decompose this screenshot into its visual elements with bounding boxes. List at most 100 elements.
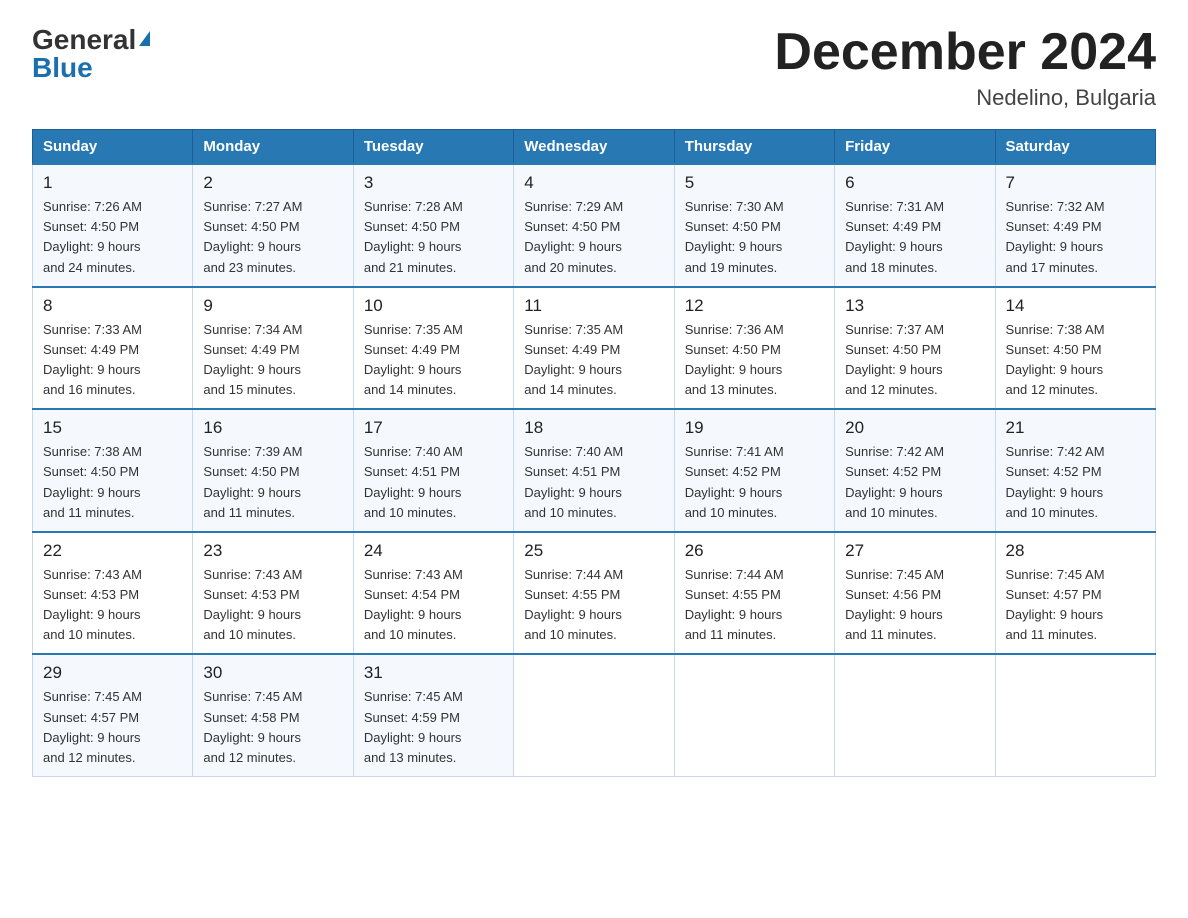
day-number: 27 — [845, 541, 984, 561]
calendar-cell: 6Sunrise: 7:31 AMSunset: 4:49 PMDaylight… — [835, 164, 995, 287]
calendar-cell: 22 Sunrise: 7:43 AMSunset: 4:53 PMDayligh… — [33, 532, 193, 655]
calendar-cell: 4Sunrise: 7:29 AMSunset: 4:50 PMDaylight… — [514, 164, 674, 287]
day-info: Sunrise: 7:32 AMSunset: 4:49 PMDaylight:… — [1006, 199, 1105, 274]
day-info: Sunrise: 7:35 AMSunset: 4:49 PMDaylight:… — [524, 322, 623, 397]
day-info: Sunrise: 7:40 AMSunset: 4:51 PMDaylight:… — [364, 444, 463, 519]
month-title: December 2024 — [774, 24, 1156, 81]
day-info: Sunrise: 7:42 AMSunset: 4:52 PMDaylight:… — [845, 444, 944, 519]
day-number: 11 — [524, 296, 663, 316]
day-number: 1 — [43, 173, 182, 193]
day-number: 10 — [364, 296, 503, 316]
calendar-table: Sunday Monday Tuesday Wednesday Thursday… — [32, 129, 1156, 777]
day-number: 25 — [524, 541, 663, 561]
calendar-cell: 5 Sunrise: 7:30 AMSunset: 4:50 PMDaylight… — [674, 164, 834, 287]
calendar-week-row: 8Sunrise: 7:33 AMSunset: 4:49 PMDaylight… — [33, 287, 1156, 410]
calendar-cell: 29 Sunrise: 7:45 AMSunset: 4:57 PMDayligh… — [33, 654, 193, 776]
day-info: Sunrise: 7:34 AMSunset: 4:49 PMDaylight:… — [203, 322, 302, 397]
day-info: Sunrise: 7:45 AMSunset: 4:57 PMDaylight:… — [1006, 567, 1105, 642]
day-info: Sunrise: 7:45 AMSunset: 4:56 PMDaylight:… — [845, 567, 944, 642]
col-friday: Friday — [835, 130, 995, 165]
day-number: 13 — [845, 296, 984, 316]
day-number: 2 — [203, 173, 342, 193]
calendar-cell: 27 Sunrise: 7:45 AMSunset: 4:56 PMDayligh… — [835, 532, 995, 655]
day-number: 19 — [685, 418, 824, 438]
col-tuesday: Tuesday — [353, 130, 513, 165]
calendar-cell — [835, 654, 995, 776]
day-info: Sunrise: 7:38 AMSunset: 4:50 PMDaylight:… — [43, 444, 142, 519]
day-info: Sunrise: 7:45 AMSunset: 4:57 PMDaylight:… — [43, 689, 142, 764]
calendar-cell — [995, 654, 1155, 776]
day-info: Sunrise: 7:45 AMSunset: 4:58 PMDaylight:… — [203, 689, 302, 764]
title-block: December 2024 Nedelino, Bulgaria — [774, 24, 1156, 111]
calendar-cell: 20 Sunrise: 7:42 AMSunset: 4:52 PMDayligh… — [835, 409, 995, 532]
calendar-cell: 21Sunrise: 7:42 AMSunset: 4:52 PMDayligh… — [995, 409, 1155, 532]
day-info: Sunrise: 7:43 AMSunset: 4:53 PMDaylight:… — [43, 567, 142, 642]
day-number: 28 — [1006, 541, 1145, 561]
calendar-cell: 15 Sunrise: 7:38 AMSunset: 4:50 PMDayligh… — [33, 409, 193, 532]
calendar-cell: 2 Sunrise: 7:27 AMSunset: 4:50 PMDaylight… — [193, 164, 353, 287]
calendar-cell: 28 Sunrise: 7:45 AMSunset: 4:57 PMDayligh… — [995, 532, 1155, 655]
day-number: 18 — [524, 418, 663, 438]
day-info: Sunrise: 7:30 AMSunset: 4:50 PMDaylight:… — [685, 199, 784, 274]
day-number: 22 — [43, 541, 182, 561]
day-number: 20 — [845, 418, 984, 438]
calendar-cell: 17 Sunrise: 7:40 AMSunset: 4:51 PMDayligh… — [353, 409, 513, 532]
calendar-header: Sunday Monday Tuesday Wednesday Thursday… — [33, 130, 1156, 165]
calendar-cell: 16Sunrise: 7:39 AMSunset: 4:50 PMDayligh… — [193, 409, 353, 532]
day-info: Sunrise: 7:27 AMSunset: 4:50 PMDaylight:… — [203, 199, 302, 274]
col-sunday: Sunday — [33, 130, 193, 165]
calendar-week-row: 29 Sunrise: 7:45 AMSunset: 4:57 PMDayligh… — [33, 654, 1156, 776]
day-info: Sunrise: 7:44 AMSunset: 4:55 PMDaylight:… — [685, 567, 784, 642]
day-number: 30 — [203, 663, 342, 683]
calendar-cell: 18 Sunrise: 7:40 AMSunset: 4:51 PMDayligh… — [514, 409, 674, 532]
day-info: Sunrise: 7:37 AMSunset: 4:50 PMDaylight:… — [845, 322, 944, 397]
day-number: 31 — [364, 663, 503, 683]
page-header: General Blue December 2024 Nedelino, Bul… — [32, 24, 1156, 111]
day-info: Sunrise: 7:44 AMSunset: 4:55 PMDaylight:… — [524, 567, 623, 642]
day-number: 7 — [1006, 173, 1145, 193]
calendar-cell: 26Sunrise: 7:44 AMSunset: 4:55 PMDayligh… — [674, 532, 834, 655]
day-info: Sunrise: 7:35 AMSunset: 4:49 PMDaylight:… — [364, 322, 463, 397]
day-info: Sunrise: 7:33 AMSunset: 4:49 PMDaylight:… — [43, 322, 142, 397]
day-number: 5 — [685, 173, 824, 193]
calendar-cell — [674, 654, 834, 776]
calendar-cell: 1 Sunrise: 7:26 AMSunset: 4:50 PMDaylight… — [33, 164, 193, 287]
day-info: Sunrise: 7:36 AMSunset: 4:50 PMDaylight:… — [685, 322, 784, 397]
day-info: Sunrise: 7:41 AMSunset: 4:52 PMDaylight:… — [685, 444, 784, 519]
day-number: 17 — [364, 418, 503, 438]
calendar-cell: 14 Sunrise: 7:38 AMSunset: 4:50 PMDayligh… — [995, 287, 1155, 410]
day-number: 3 — [364, 173, 503, 193]
day-number: 24 — [364, 541, 503, 561]
day-number: 15 — [43, 418, 182, 438]
calendar-week-row: 1 Sunrise: 7:26 AMSunset: 4:50 PMDaylight… — [33, 164, 1156, 287]
location-text: Nedelino, Bulgaria — [774, 85, 1156, 111]
calendar-cell: 19 Sunrise: 7:41 AMSunset: 4:52 PMDayligh… — [674, 409, 834, 532]
calendar-cell — [514, 654, 674, 776]
day-info: Sunrise: 7:31 AMSunset: 4:49 PMDaylight:… — [845, 199, 944, 274]
col-saturday: Saturday — [995, 130, 1155, 165]
day-number: 23 — [203, 541, 342, 561]
calendar-cell: 25 Sunrise: 7:44 AMSunset: 4:55 PMDayligh… — [514, 532, 674, 655]
day-number: 29 — [43, 663, 182, 683]
day-info: Sunrise: 7:38 AMSunset: 4:50 PMDaylight:… — [1006, 322, 1105, 397]
day-info: Sunrise: 7:42 AMSunset: 4:52 PMDaylight:… — [1006, 444, 1105, 519]
calendar-cell: 10 Sunrise: 7:35 AMSunset: 4:49 PMDayligh… — [353, 287, 513, 410]
day-info: Sunrise: 7:40 AMSunset: 4:51 PMDaylight:… — [524, 444, 623, 519]
calendar-cell: 23 Sunrise: 7:43 AMSunset: 4:53 PMDayligh… — [193, 532, 353, 655]
calendar-cell: 9 Sunrise: 7:34 AMSunset: 4:49 PMDaylight… — [193, 287, 353, 410]
calendar-week-row: 22 Sunrise: 7:43 AMSunset: 4:53 PMDayligh… — [33, 532, 1156, 655]
calendar-week-row: 15 Sunrise: 7:38 AMSunset: 4:50 PMDayligh… — [33, 409, 1156, 532]
day-number: 9 — [203, 296, 342, 316]
day-info: Sunrise: 7:26 AMSunset: 4:50 PMDaylight:… — [43, 199, 142, 274]
day-number: 12 — [685, 296, 824, 316]
logo-arrow-icon — [139, 31, 150, 46]
calendar-cell: 11 Sunrise: 7:35 AMSunset: 4:49 PMDayligh… — [514, 287, 674, 410]
calendar-cell: 24 Sunrise: 7:43 AMSunset: 4:54 PMDayligh… — [353, 532, 513, 655]
calendar-cell: 7 Sunrise: 7:32 AMSunset: 4:49 PMDaylight… — [995, 164, 1155, 287]
day-number: 4 — [524, 173, 663, 193]
day-number: 14 — [1006, 296, 1145, 316]
day-info: Sunrise: 7:43 AMSunset: 4:54 PMDaylight:… — [364, 567, 463, 642]
calendar-cell: 31Sunrise: 7:45 AMSunset: 4:59 PMDayligh… — [353, 654, 513, 776]
day-number: 16 — [203, 418, 342, 438]
day-info: Sunrise: 7:43 AMSunset: 4:53 PMDaylight:… — [203, 567, 302, 642]
